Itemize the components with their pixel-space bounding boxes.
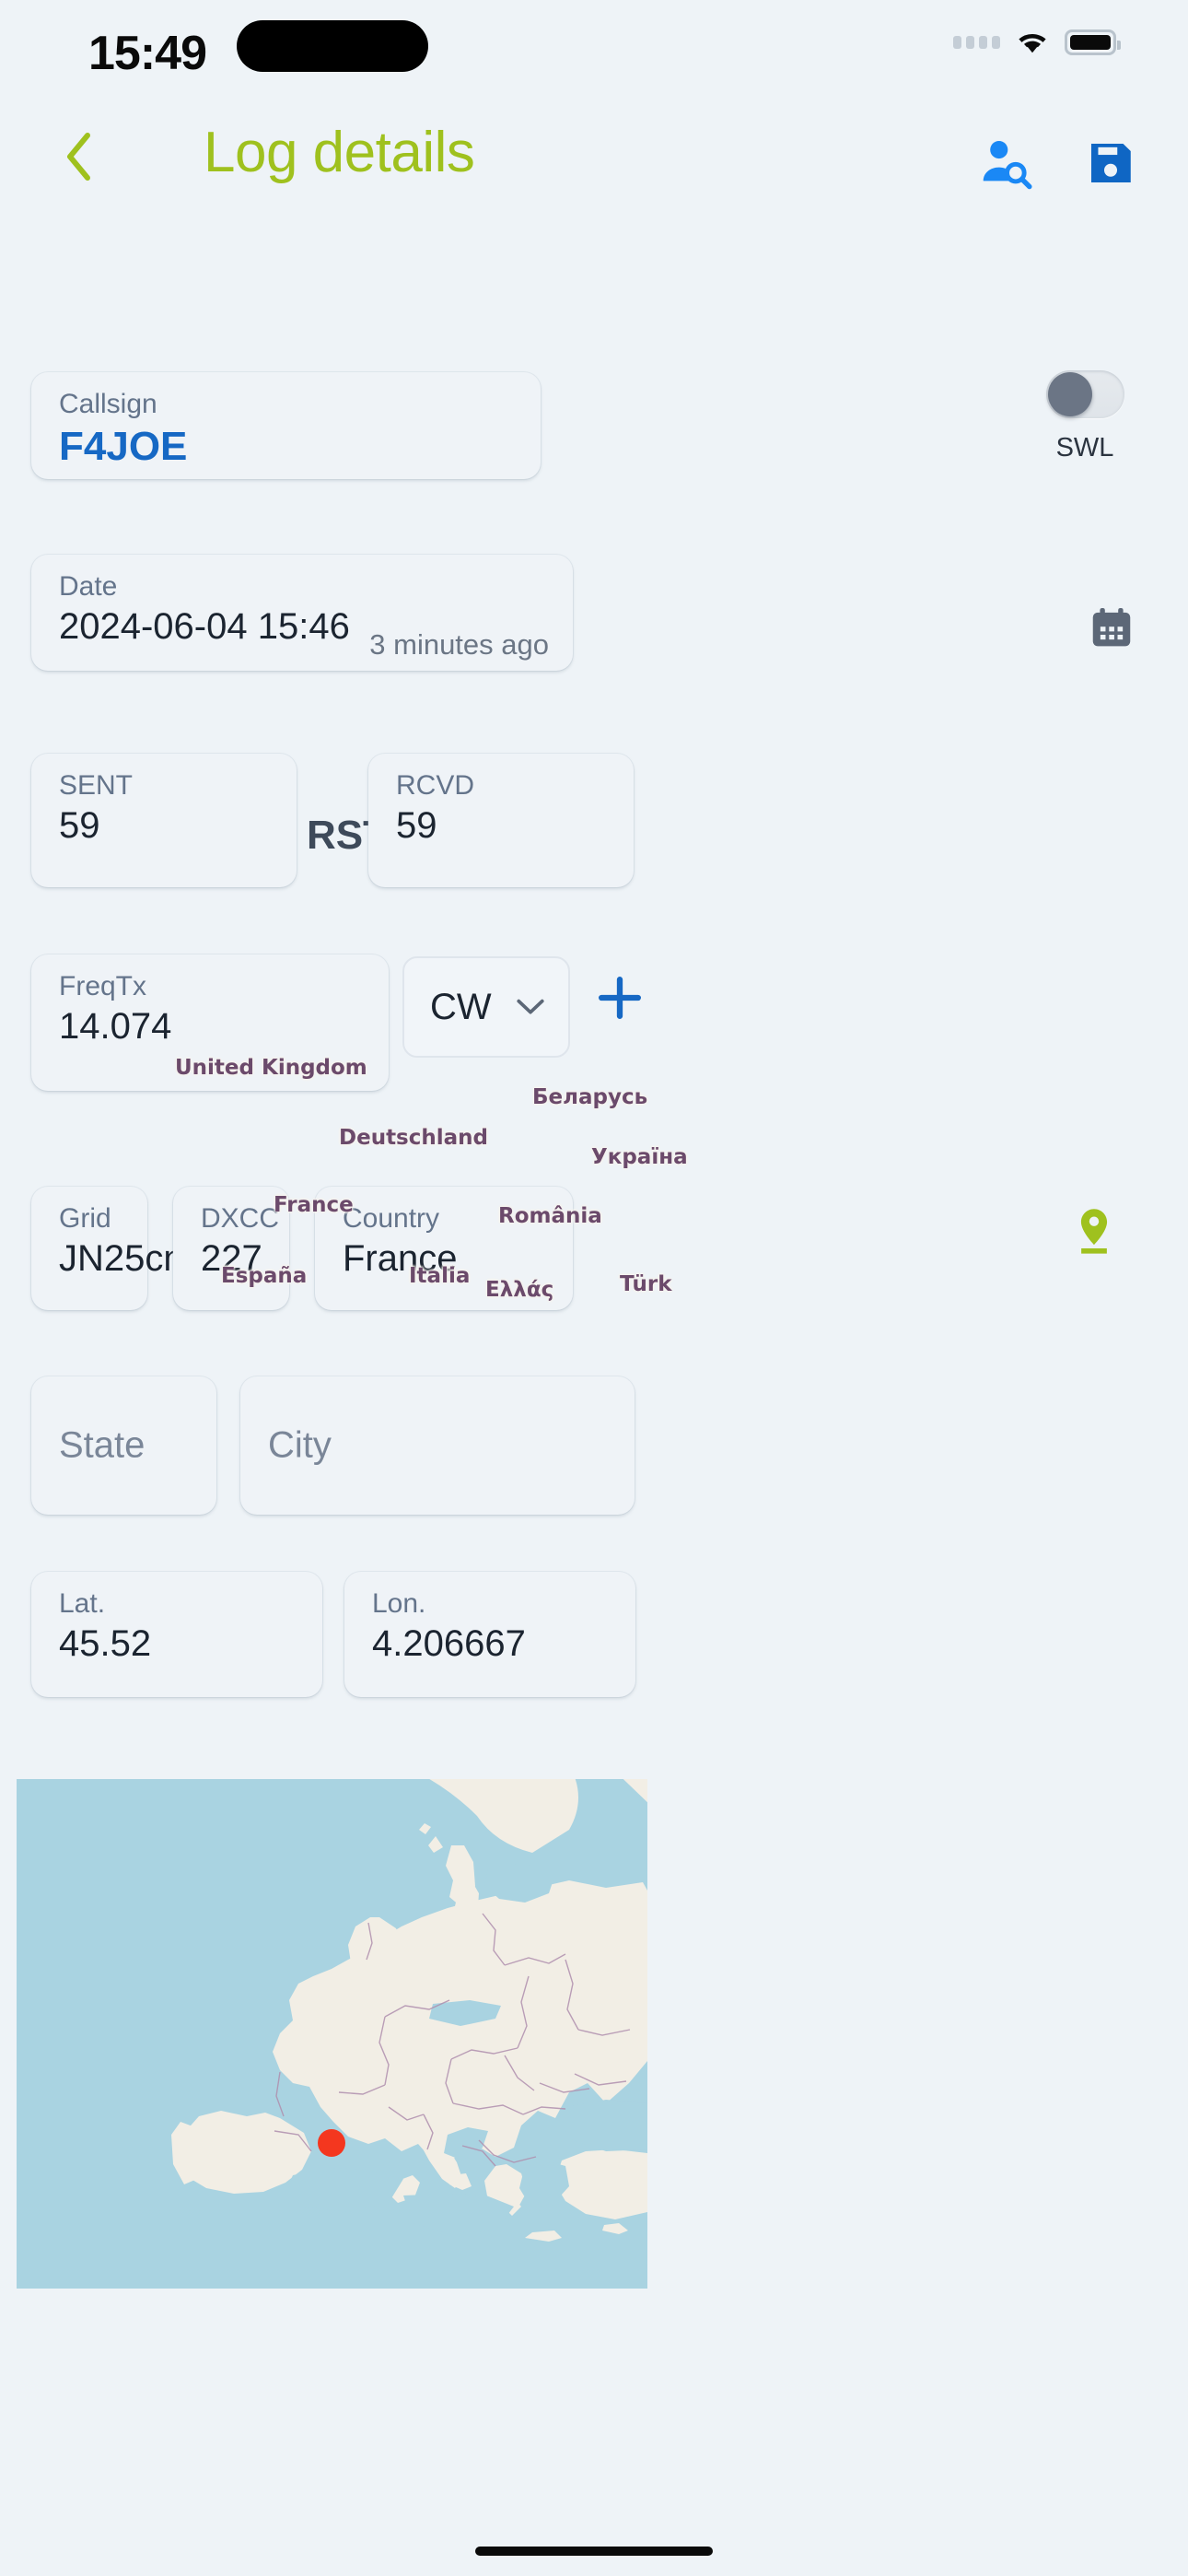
longitude-field[interactable]: Lon. 4.206667 xyxy=(344,1572,635,1697)
city-field[interactable]: City xyxy=(240,1376,635,1515)
date-field[interactable]: Date 2024-06-04 15:46 3 minutes ago xyxy=(31,555,573,671)
page-title: Log details xyxy=(204,121,475,184)
wifi-icon xyxy=(1019,33,1046,53)
status-bar: 15:49 xyxy=(0,0,1188,111)
callsign-field[interactable]: Callsign F4JOE xyxy=(31,372,541,479)
location-map[interactable] xyxy=(17,1779,647,2289)
rst-rcvd-field[interactable]: RCVD 59 xyxy=(368,754,634,887)
user-search-icon[interactable] xyxy=(977,135,1034,192)
state-field[interactable]: State xyxy=(31,1376,216,1515)
swl-toggle[interactable] xyxy=(1045,370,1124,418)
country-value: France xyxy=(343,1238,458,1279)
mode-select[interactable]: CW xyxy=(402,956,570,1058)
swl-label: SWL xyxy=(1055,433,1114,463)
longitude-label: Lon. xyxy=(372,1588,426,1619)
chevron-left-icon xyxy=(67,133,90,181)
grid-field[interactable]: Grid JN25cm xyxy=(31,1187,194,1310)
rst-sent-field[interactable]: SENT 59 xyxy=(31,754,297,887)
home-indicator xyxy=(475,2547,713,2556)
status-bar-clock: 15:49 xyxy=(88,27,207,80)
navigation-bar: Log details xyxy=(0,109,1188,206)
freqtx-field[interactable]: FreqTx 14.074 xyxy=(31,954,389,1091)
date-value: 2024-06-04 15:46 xyxy=(59,606,350,647)
grid-label: Grid xyxy=(59,1203,111,1234)
city-placeholder: City xyxy=(268,1424,332,1466)
chevron-down-icon xyxy=(517,999,544,1014)
dynamic-island xyxy=(237,20,428,72)
longitude-value: 4.206667 xyxy=(372,1623,526,1664)
app-screen: 15:49 Log details Callsign F4JOE SWL Dat… xyxy=(0,0,1188,2576)
rst-rcvd-label: RCVD xyxy=(396,770,475,801)
rst-sent-label: SENT xyxy=(59,770,134,801)
country-field[interactable]: Country France xyxy=(315,1187,573,1310)
callsign-label: Callsign xyxy=(59,389,157,419)
map-country-label: Türk xyxy=(620,1272,672,1296)
dxcc-field[interactable]: DXCC 227 xyxy=(173,1187,289,1310)
map-canvas xyxy=(17,1779,647,2289)
map-country-label: Беларусь xyxy=(532,1085,648,1109)
rst-rcvd-value: 59 xyxy=(396,805,437,846)
latitude-value: 45.52 xyxy=(59,1623,152,1664)
plus-icon[interactable] xyxy=(594,972,646,1024)
mode-select-value: CW xyxy=(430,986,492,1027)
map-pin-icon[interactable] xyxy=(1070,1205,1118,1259)
map-country-label: Україна xyxy=(591,1145,688,1169)
date-relative-text: 3 minutes ago xyxy=(369,628,549,661)
rst-sent-value: 59 xyxy=(59,805,100,846)
swl-toggle-knob xyxy=(1047,372,1092,416)
country-label: Country xyxy=(343,1203,440,1234)
freqtx-label: FreqTx xyxy=(59,971,147,1001)
map-location-marker xyxy=(318,2129,345,2157)
rst-separator-label: RST xyxy=(307,813,388,858)
swl-control: SWL xyxy=(1020,370,1149,463)
signal-dots-icon xyxy=(953,36,1000,49)
state-placeholder: State xyxy=(59,1424,146,1466)
dxcc-value: 227 xyxy=(201,1238,262,1279)
map-country-label: Deutschland xyxy=(339,1126,488,1150)
latitude-field[interactable]: Lat. 45.52 xyxy=(31,1572,322,1697)
calendar-icon[interactable] xyxy=(1087,603,1136,653)
battery-icon xyxy=(1065,29,1121,55)
callsign-value: F4JOE xyxy=(59,424,188,469)
dxcc-label: DXCC xyxy=(201,1203,280,1234)
freqtx-value: 14.074 xyxy=(59,1006,172,1047)
back-button[interactable] xyxy=(55,127,101,186)
date-label: Date xyxy=(59,571,118,602)
save-icon[interactable] xyxy=(1084,136,1137,190)
latitude-label: Lat. xyxy=(59,1588,106,1619)
